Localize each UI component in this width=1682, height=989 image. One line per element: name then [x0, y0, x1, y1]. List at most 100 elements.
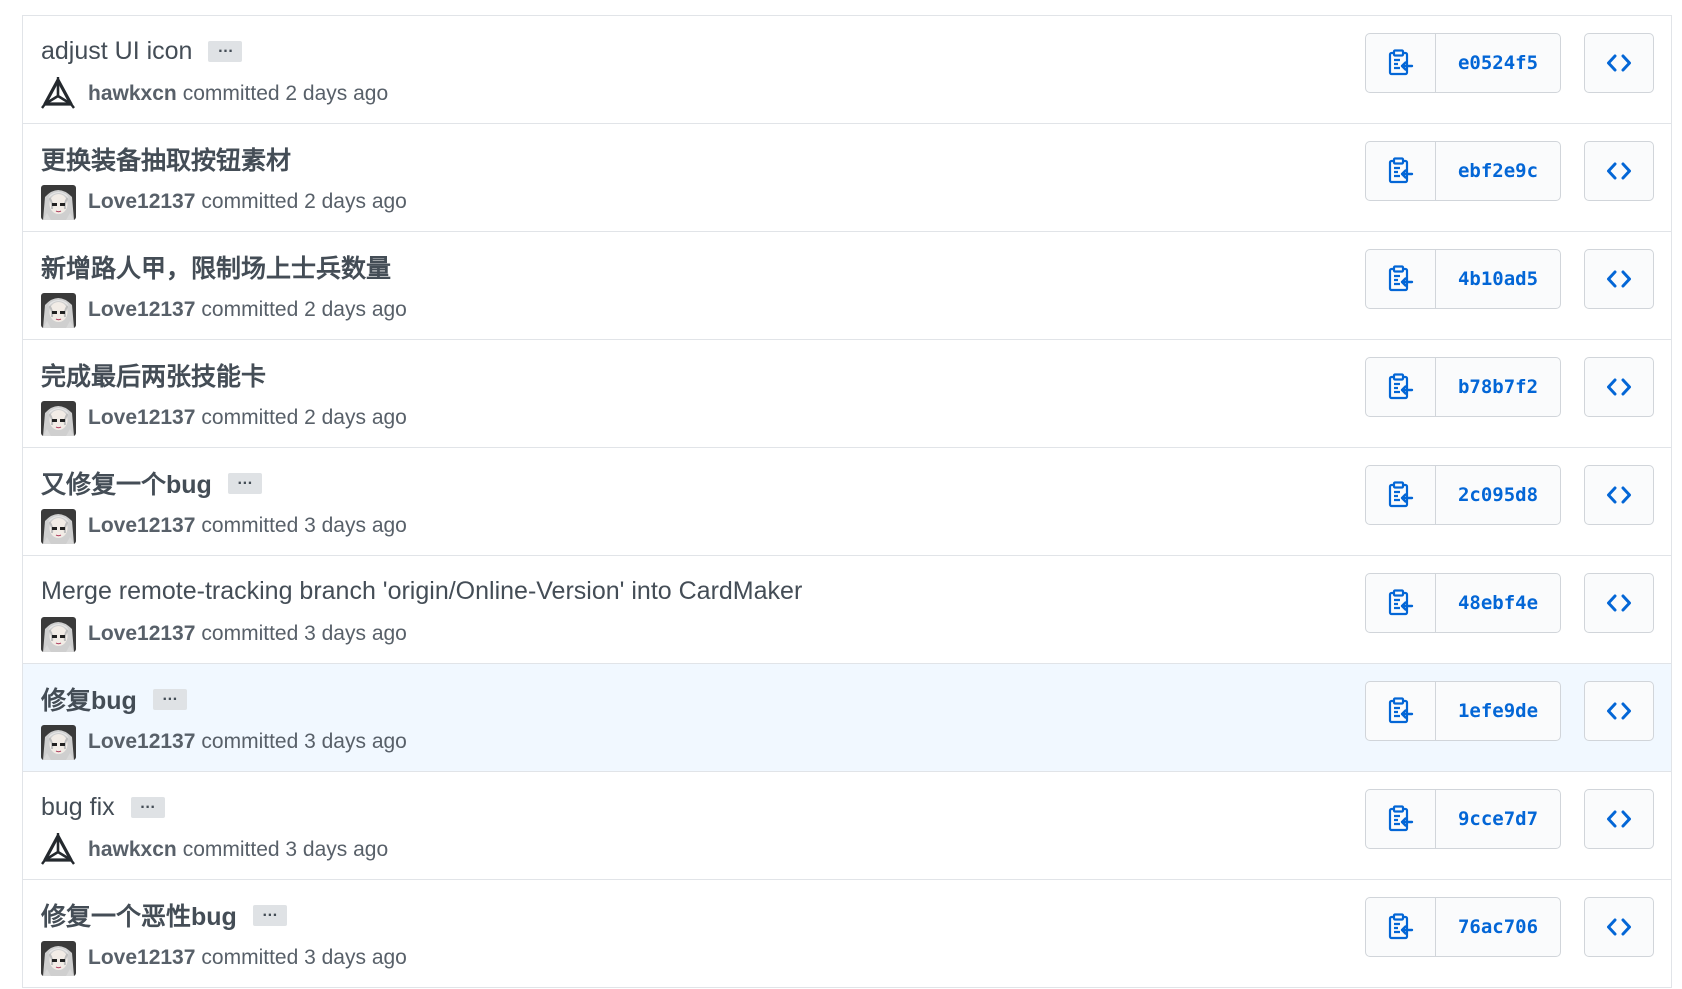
commit-meta: Love12137 committed 2 days ago: [41, 184, 407, 220]
commit-title-line: 修复一个恶性bug …: [41, 898, 287, 932]
sha-button-group: 2c095d8: [1365, 465, 1561, 525]
commit-author-link[interactable]: Love12137: [88, 514, 195, 538]
commit-time: committed 3 days ago: [201, 622, 407, 645]
code-icon: [1606, 161, 1632, 181]
copy-sha-button[interactable]: [1366, 682, 1436, 740]
commit-title-line: 更换装备抽取按钮素材: [41, 142, 291, 176]
commit-message-link[interactable]: 修复一个恶性bug: [41, 897, 237, 933]
browse-files-button[interactable]: [1584, 897, 1654, 957]
commit-author-link[interactable]: hawkxcn: [88, 82, 177, 106]
code-icon: [1606, 485, 1632, 505]
clipboard-icon: [1388, 265, 1414, 293]
copy-sha-button[interactable]: [1366, 358, 1436, 416]
commit-sha-link[interactable]: 1efe9de: [1436, 682, 1560, 740]
commit-author-link[interactable]: Love12137: [88, 406, 195, 430]
commit-list: adjust UI icon … hawkxcn committed 2 days a…: [22, 15, 1672, 988]
commit-sha-link[interactable]: ebf2e9c: [1436, 142, 1560, 200]
avatar[interactable]: [41, 508, 76, 544]
commit-author-link[interactable]: Love12137: [88, 946, 195, 970]
sha-button-group: 9cce7d7: [1365, 789, 1561, 849]
copy-sha-button[interactable]: [1366, 790, 1436, 848]
commit-sha-link[interactable]: 48ebf4e: [1436, 574, 1560, 632]
commit-message-link[interactable]: 新增路人甲，限制场上士兵数量: [41, 249, 391, 285]
expand-message-button[interactable]: …: [227, 472, 262, 494]
commit-meta: Love12137 committed 3 days ago: [41, 508, 407, 544]
clipboard-icon: [1388, 805, 1414, 833]
code-icon: [1606, 53, 1632, 73]
commit-row: Merge remote-tracking branch 'origin/Onl…: [23, 556, 1671, 664]
commit-meta: Love12137 committed 2 days ago: [41, 400, 407, 436]
commit-meta: Love12137 committed 3 days ago: [41, 724, 407, 760]
commit-time: committed 3 days ago: [201, 730, 407, 753]
expand-message-button[interactable]: …: [152, 688, 187, 710]
commit-author-link[interactable]: Love12137: [88, 298, 195, 322]
commit-message-link[interactable]: 又修复一个bug: [41, 465, 212, 501]
commit-author-link[interactable]: Love12137: [88, 730, 195, 754]
commit-row: 修复一个恶性bug … Love12137 committed 3 days ago 7…: [23, 880, 1671, 988]
commit-message-link[interactable]: Merge remote-tracking branch 'origin/Onl…: [41, 577, 802, 606]
commit-message-link[interactable]: bug fix: [41, 793, 115, 822]
clipboard-icon: [1388, 157, 1414, 185]
browse-files-button[interactable]: [1584, 681, 1654, 741]
sha-button-group: 76ac706: [1365, 897, 1561, 957]
commit-sha-link[interactable]: e0524f5: [1436, 34, 1560, 92]
commit-sha-link[interactable]: 4b10ad5: [1436, 250, 1560, 308]
copy-sha-button[interactable]: [1366, 898, 1436, 956]
avatar[interactable]: [41, 400, 76, 436]
browse-files-button[interactable]: [1584, 357, 1654, 417]
browse-files-button[interactable]: [1584, 789, 1654, 849]
commit-message-link[interactable]: 更换装备抽取按钮素材: [41, 141, 291, 177]
clipboard-icon: [1388, 49, 1414, 77]
unity-logo-icon[interactable]: [41, 76, 76, 112]
commit-message-link[interactable]: 修复bug: [41, 681, 137, 717]
unity-logo-icon[interactable]: [41, 832, 76, 868]
avatar[interactable]: [41, 184, 76, 220]
browse-files-button[interactable]: [1584, 141, 1654, 201]
copy-sha-button[interactable]: [1366, 250, 1436, 308]
browse-files-button[interactable]: [1584, 249, 1654, 309]
commit-time: committed 3 days ago: [201, 946, 407, 969]
copy-sha-button[interactable]: [1366, 466, 1436, 524]
browse-files-button[interactable]: [1584, 33, 1654, 93]
commit-row: 又修复一个bug … Love12137 committed 3 days ago 2c…: [23, 448, 1671, 556]
avatar[interactable]: [41, 724, 76, 760]
avatar[interactable]: [41, 292, 76, 328]
commit-time: committed 3 days ago: [182, 838, 389, 861]
expand-message-button[interactable]: …: [208, 40, 243, 62]
code-icon: [1606, 377, 1632, 397]
sha-button-group: 48ebf4e: [1365, 573, 1561, 633]
expand-message-button[interactable]: …: [252, 904, 287, 926]
commit-sha-link[interactable]: 9cce7d7: [1436, 790, 1560, 848]
clipboard-icon: [1388, 913, 1414, 941]
commit-time: committed 2 days ago: [201, 406, 407, 429]
avatar[interactable]: [41, 940, 76, 976]
clipboard-icon: [1388, 697, 1414, 725]
avatar[interactable]: [41, 616, 76, 652]
commit-meta: hawkxcn committed 3 days ago: [41, 832, 388, 868]
commit-meta: Love12137 committed 3 days ago: [41, 940, 407, 976]
clipboard-icon: [1388, 373, 1414, 401]
commit-title-line: bug fix …: [41, 790, 165, 824]
expand-message-button[interactable]: …: [130, 796, 165, 818]
commit-author-link[interactable]: Love12137: [88, 190, 195, 214]
commit-sha-link[interactable]: b78b7f2: [1436, 358, 1560, 416]
copy-sha-button[interactable]: [1366, 574, 1436, 632]
commit-row: 修复bug … Love12137 committed 3 days ago 1efe9…: [23, 664, 1671, 772]
commit-author-link[interactable]: hawkxcn: [88, 838, 177, 862]
code-icon: [1606, 701, 1632, 721]
commit-author-link[interactable]: Love12137: [88, 622, 195, 646]
commit-message-link[interactable]: 完成最后两张技能卡: [41, 357, 266, 393]
commit-sha-link[interactable]: 2c095d8: [1436, 466, 1560, 524]
commit-row: adjust UI icon … hawkxcn committed 2 days a…: [23, 16, 1671, 124]
commit-time: committed 3 days ago: [201, 514, 407, 537]
clipboard-icon: [1388, 589, 1414, 617]
browse-files-button[interactable]: [1584, 573, 1654, 633]
sha-button-group: b78b7f2: [1365, 357, 1561, 417]
commit-message-link[interactable]: adjust UI icon: [41, 37, 192, 66]
copy-sha-button[interactable]: [1366, 142, 1436, 200]
commit-title-line: 完成最后两张技能卡: [41, 358, 266, 392]
browse-files-button[interactable]: [1584, 465, 1654, 525]
commit-sha-link[interactable]: 76ac706: [1436, 898, 1560, 956]
commit-row: 更换装备抽取按钮素材 Love12137 committed 2 days ago e…: [23, 124, 1671, 232]
copy-sha-button[interactable]: [1366, 34, 1436, 92]
